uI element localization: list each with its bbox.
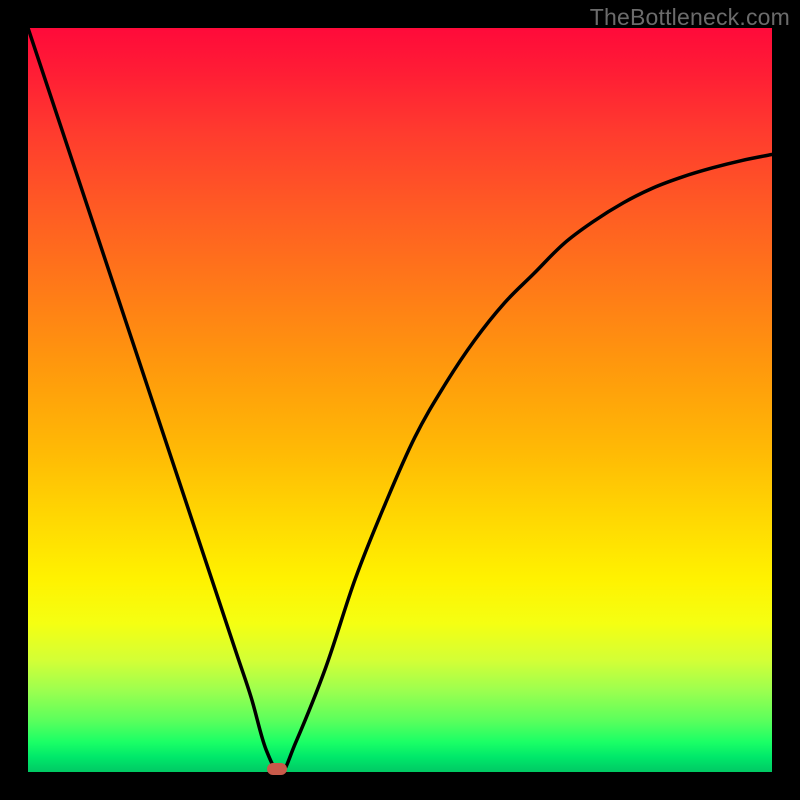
plot-area — [28, 28, 772, 772]
chart-frame: TheBottleneck.com — [0, 0, 800, 800]
curve-layer — [28, 28, 772, 772]
minimum-marker — [267, 763, 287, 775]
bottleneck-curve — [28, 28, 772, 772]
watermark-text: TheBottleneck.com — [590, 4, 790, 31]
